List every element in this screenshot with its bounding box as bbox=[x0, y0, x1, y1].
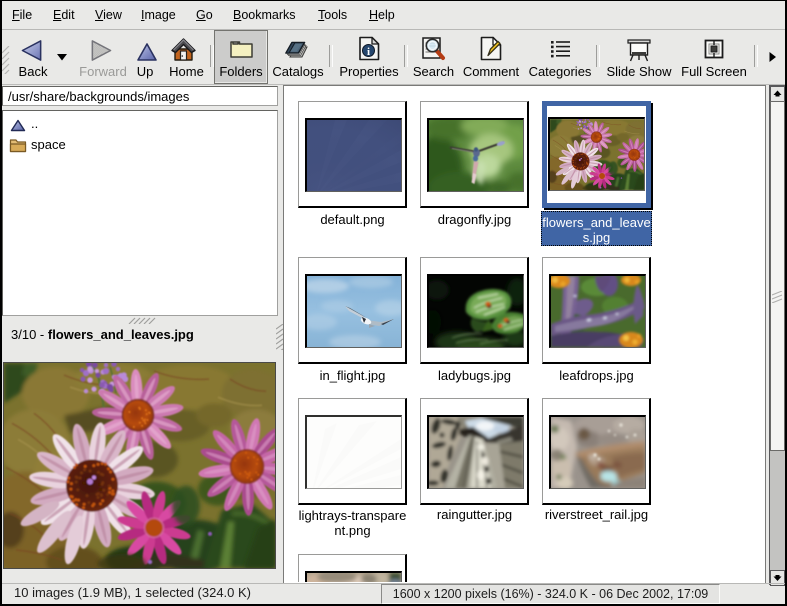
svg-text:i: i bbox=[367, 46, 370, 58]
